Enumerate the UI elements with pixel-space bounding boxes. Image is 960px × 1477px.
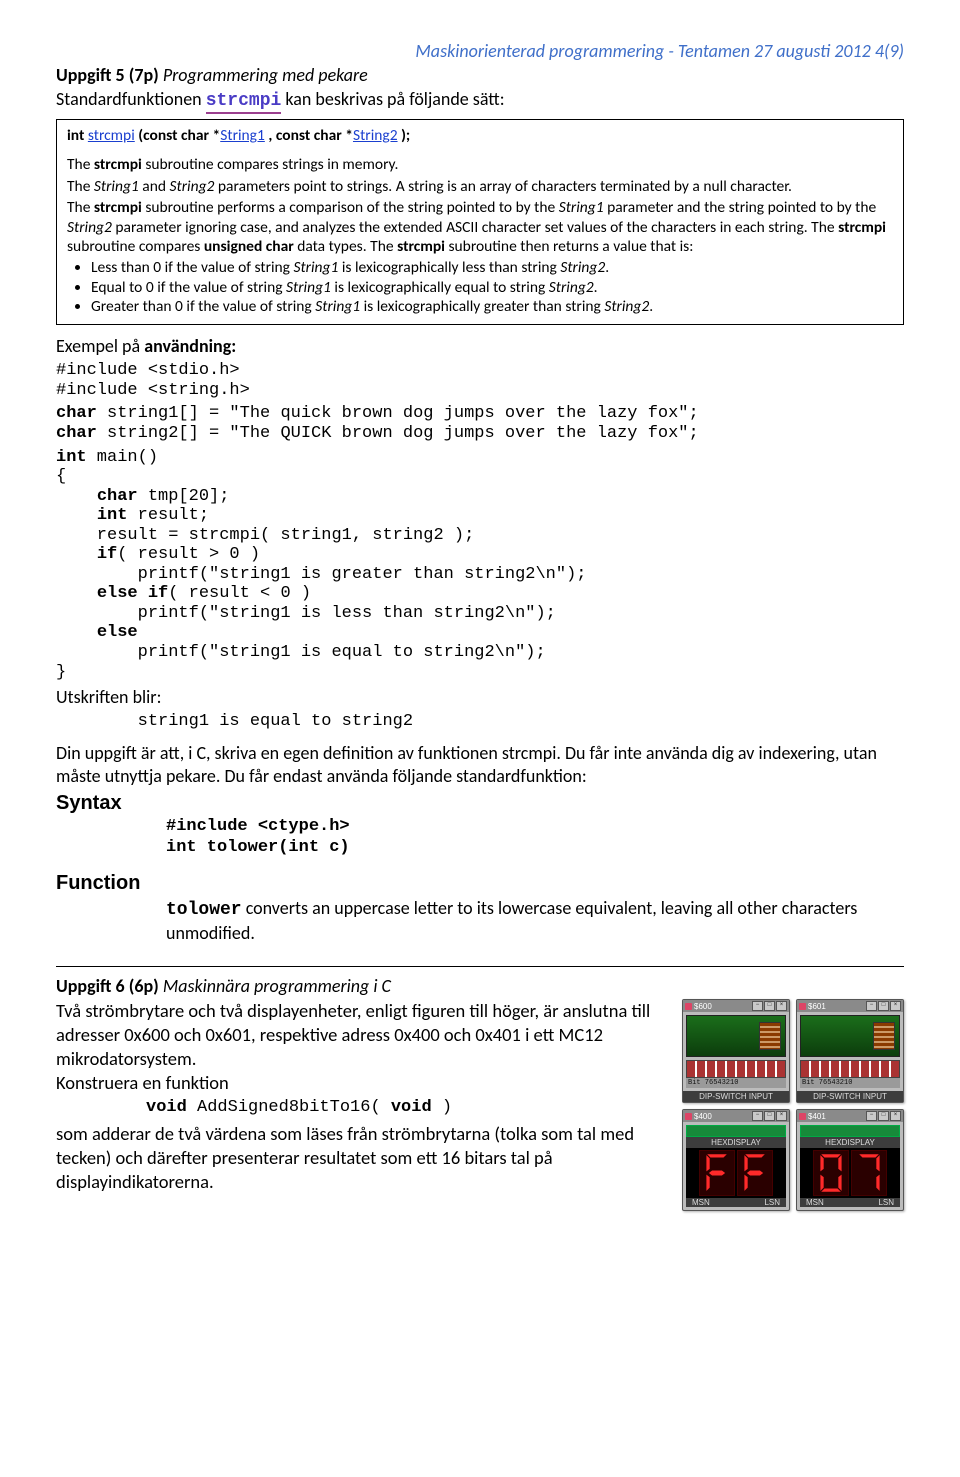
page-header: Maskinorienterad programmering - Tentame…: [56, 40, 904, 62]
strcmpi-description-box: int strcmpi (const char *String1 , const…: [56, 119, 904, 325]
dip-window-label: DIP-SWITCH INPUT: [797, 1091, 903, 1102]
seven-segment-digit: [813, 1150, 849, 1196]
window-titlebar: $601 −□×: [797, 1000, 903, 1012]
window-button: □: [878, 1111, 889, 1121]
output-label: Utskriften blir:: [56, 686, 904, 708]
syntax-heading: Syntax: [56, 792, 904, 815]
window-button: −: [752, 1111, 763, 1121]
dip-switch-window: $600 −□× Bit 76543210 DIP-SWITCH INPUT: [682, 999, 790, 1103]
task5-title: Uppgift 5 (7p) Programmering med pekare: [56, 64, 904, 86]
box-paragraph-3: The strcmpi subroutine performs a compar…: [67, 198, 893, 256]
box-bullet-2: Equal to 0 if the value of string String…: [91, 278, 893, 297]
hex-display-window: $401 −□× HEXDISPLAY MSNLSN: [796, 1109, 904, 1211]
box-bullet-1: Less than 0 if the value of string Strin…: [91, 258, 893, 277]
window-button: ×: [776, 1111, 787, 1121]
seven-segment-digit: [737, 1150, 773, 1196]
task6-func-sig: void AddSigned8bitTo16( void ): [146, 1097, 668, 1119]
dip-switch-window: $601 −□× Bit 76543210 DIP-SWITCH INPUT: [796, 999, 904, 1103]
hex-pcb-icon: [686, 1125, 786, 1137]
seven-segment-digit: [699, 1150, 735, 1196]
window-icon: [799, 1003, 806, 1010]
function-description: tolower converts an uppercase letter to …: [166, 897, 904, 944]
code-decl-1: char string1[] = "The quick brown dog ju…: [56, 404, 904, 424]
window-button: □: [764, 1001, 775, 1011]
separator-line: [56, 966, 904, 967]
dip-bit-labels: Bit 76543210: [800, 1078, 900, 1088]
window-icon: [685, 1003, 692, 1010]
box-paragraph-1: The strcmpi subroutine compares strings …: [67, 155, 893, 174]
code-decl-2: char string2[] = "The QUICK brown dog ju…: [56, 424, 904, 444]
window-button: □: [878, 1001, 889, 1011]
task6-title-bold: Uppgift 6 (6p): [56, 975, 159, 997]
seven-segment-digit: [851, 1150, 887, 1196]
window-titlebar: $401 −□×: [797, 1110, 903, 1122]
instruction-text: Din uppgift är att, i C, skriva en egen …: [56, 742, 904, 789]
window-button: −: [866, 1111, 877, 1121]
example-label: Exempel på användning:: [56, 335, 904, 357]
dip-switch-row: [686, 1060, 786, 1078]
hex-nibble-labels: MSNLSN: [686, 1198, 786, 1207]
output-text: string1 is equal to string2: [56, 712, 904, 732]
task5-intro: Standardfunktionen strcmpi kan beskrivas…: [56, 88, 904, 111]
window-titlebar: $600 −□×: [683, 1000, 789, 1012]
hex-display-window: $400 −□× HEXDISPLAY MSNLSN: [682, 1109, 790, 1211]
function-heading: Function: [56, 872, 904, 895]
dip-connector-icon: [686, 1015, 786, 1057]
window-button: ×: [776, 1001, 787, 1011]
window-button: □: [764, 1111, 775, 1121]
task5-title-desc: Programmering med pekare: [163, 64, 368, 86]
dip-bit-labels: Bit 76543210: [686, 1078, 786, 1088]
task6-title-desc: Maskinnära programmering i C: [163, 975, 391, 997]
dip-window-label: DIP-SWITCH INPUT: [683, 1091, 789, 1102]
box-paragraph-2: The String1 and String2 parameters point…: [67, 177, 893, 196]
seven-segment-display: [800, 1148, 900, 1198]
task6-body: Två strömbrytare och två displayenheter,…: [56, 999, 668, 1193]
window-button: ×: [890, 1111, 901, 1121]
window-titlebar: $400 −□×: [683, 1110, 789, 1122]
code-main: int main() { char tmp[20]; int result; r…: [56, 448, 904, 683]
strcmpi-keyword: strcmpi: [206, 91, 282, 114]
window-icon: [685, 1113, 692, 1120]
hex-nibble-labels: MSNLSN: [800, 1198, 900, 1207]
hex-pcb-icon: [800, 1125, 900, 1137]
hex-window-label: HEXDISPLAY: [800, 1137, 900, 1148]
simulator-panel: $600 −□× Bit 76543210 DIP-SWITCH INPUT $…: [682, 999, 904, 1211]
seven-segment-display: [686, 1148, 786, 1198]
box-bullet-list: Less than 0 if the value of string Strin…: [67, 258, 893, 316]
window-button: ×: [890, 1001, 901, 1011]
window-icon: [799, 1113, 806, 1120]
box-bullet-3: Greater than 0 if the value of string St…: [91, 297, 893, 316]
code-includes: #include <stdio.h> #include <string.h>: [56, 361, 904, 400]
task5-title-bold: Uppgift 5 (7p): [56, 64, 159, 86]
window-button: −: [752, 1001, 763, 1011]
dip-switch-row: [800, 1060, 900, 1078]
syntax-code: #include <ctype.h> int tolower(int c): [166, 817, 904, 858]
strcmpi-signature: int strcmpi (const char *String1 , const…: [67, 126, 893, 145]
task6-title: Uppgift 6 (6p) Maskinnära programmering …: [56, 975, 904, 997]
dip-connector-icon: [800, 1015, 900, 1057]
window-button: −: [866, 1001, 877, 1011]
hex-window-label: HEXDISPLAY: [686, 1137, 786, 1148]
